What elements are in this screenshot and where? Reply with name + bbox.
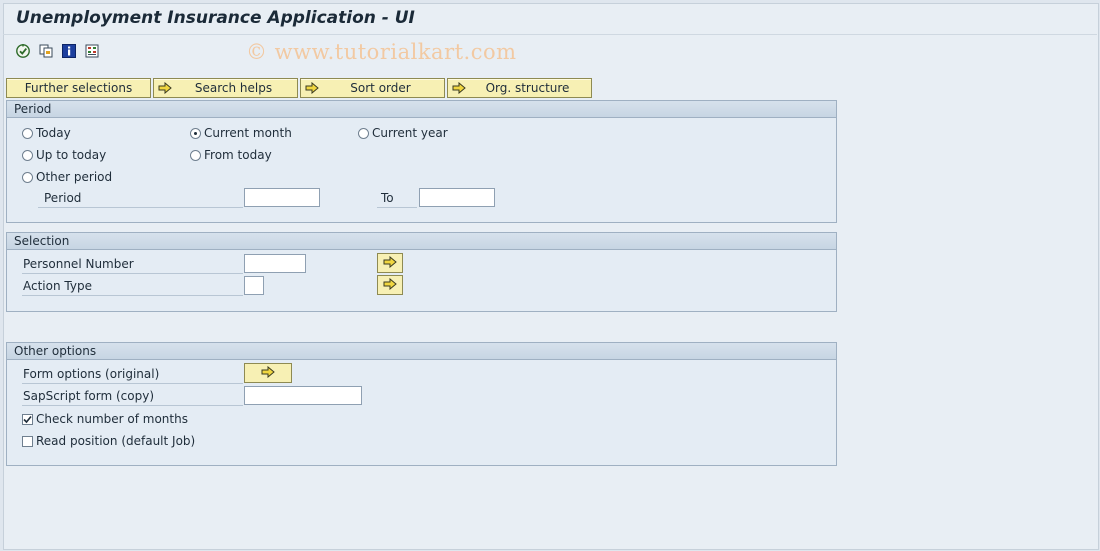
radio-current-month[interactable]: Current month [190, 126, 292, 140]
variant-icon[interactable] [37, 42, 54, 59]
personnel-number-label-text: Personnel Number [23, 257, 134, 271]
arrow-right-icon [383, 255, 397, 271]
action-type-label: Action Type [22, 277, 243, 296]
search-helps-button[interactable]: Search helps [153, 78, 298, 98]
action-type-input[interactable] [244, 276, 264, 295]
personnel-number-input[interactable] [244, 254, 306, 273]
checkbox-box [22, 435, 33, 447]
check-months-label: Check number of months [36, 412, 188, 426]
info-icon[interactable] [60, 42, 77, 59]
radio-from-today[interactable]: From today [190, 148, 272, 162]
radio-today[interactable]: Today [22, 126, 71, 140]
radio-up-to-today[interactable]: Up to today [22, 148, 106, 162]
checkbox-box-checked [22, 413, 33, 425]
period-from-input[interactable] [244, 188, 320, 207]
radio-circle [22, 171, 33, 183]
selection-options-icon[interactable] [83, 42, 100, 59]
radio-circle [22, 127, 33, 139]
application-toolbar [14, 42, 100, 59]
other-options-heading: Other options [7, 343, 836, 360]
radio-current-year-label: Current year [372, 126, 448, 140]
arrow-right-icon [158, 82, 174, 94]
selection-heading: Selection [7, 233, 836, 250]
sort-order-button[interactable]: Sort order [300, 78, 445, 98]
personnel-number-multiple-selection-button[interactable] [377, 253, 403, 273]
page-title: Unemployment Insurance Application - UI [16, 8, 415, 28]
arrow-right-icon [383, 277, 397, 293]
radio-today-label: Today [36, 126, 71, 140]
radio-other-period[interactable]: Other period [22, 170, 112, 184]
radio-circle [22, 149, 33, 161]
radio-circle-selected [190, 127, 201, 139]
to-label: To [377, 189, 417, 208]
read-position-checkbox[interactable]: Read position (default Job) [22, 434, 195, 448]
sapscript-form-label-text: SapScript form (copy) [23, 389, 155, 403]
further-selections-button[interactable]: Further selections [6, 78, 151, 98]
form-options-label-text: Form options (original) [23, 367, 160, 381]
arrow-right-icon [452, 82, 468, 94]
form-options-button[interactable] [244, 363, 292, 383]
radio-circle [190, 149, 201, 161]
other-options-group: Other options Form options (original) Sa… [6, 342, 837, 466]
period-label-text: Period [44, 191, 82, 205]
check-months-checkbox[interactable]: Check number of months [22, 412, 188, 426]
action-type-label-text: Action Type [23, 279, 92, 293]
arrow-right-icon [261, 365, 275, 381]
radio-circle [358, 127, 369, 139]
period-heading: Period [7, 101, 836, 118]
period-group: Period Today Current month Current year … [6, 100, 837, 223]
read-position-label: Read position (default Job) [36, 434, 196, 448]
form-options-label: Form options (original) [22, 365, 243, 384]
org-structure-button[interactable]: Org. structure [447, 78, 592, 98]
arrow-right-icon [305, 82, 321, 94]
radio-other-period-label: Other period [36, 170, 113, 184]
action-type-multiple-selection-button[interactable] [377, 275, 403, 295]
org-structure-label: Org. structure [485, 81, 570, 95]
radio-current-year[interactable]: Current year [358, 126, 448, 140]
period-label: Period [38, 189, 243, 208]
sapscript-form-input[interactable] [244, 386, 362, 405]
title-divider [3, 34, 1097, 35]
further-selections-label: Further selections [24, 81, 133, 95]
radio-from-today-label: From today [204, 148, 272, 162]
selection-group: Selection Personnel Number Action Type [6, 232, 837, 312]
execute-icon[interactable] [14, 42, 31, 59]
sort-order-label: Sort order [350, 81, 411, 95]
search-helps-label: Search helps [194, 81, 273, 95]
to-label-text: To [381, 191, 394, 205]
watermark: © www.tutorialkart.com [246, 40, 517, 64]
checkmark-icon [23, 415, 32, 423]
selection-button-row: Further selections Search helps Sort ord… [6, 78, 592, 98]
period-to-input[interactable] [419, 188, 495, 207]
radio-current-month-label: Current month [204, 126, 292, 140]
personnel-number-label: Personnel Number [22, 255, 243, 274]
radio-up-to-today-label: Up to today [36, 148, 107, 162]
sapscript-form-label: SapScript form (copy) [22, 387, 243, 406]
